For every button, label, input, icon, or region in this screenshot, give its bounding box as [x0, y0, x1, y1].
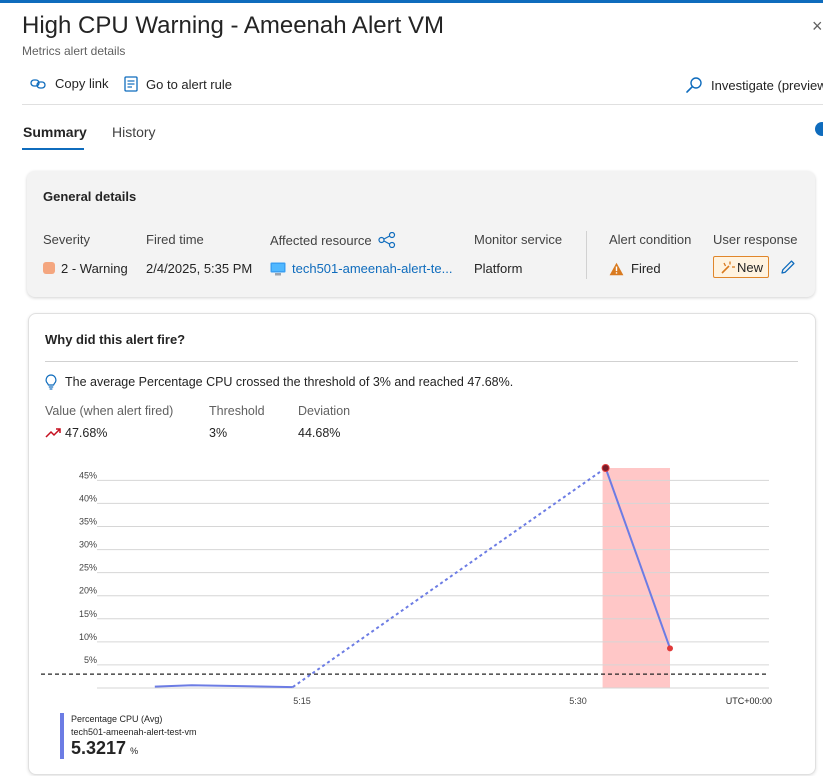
timezone-label: UTC+00:00 — [726, 696, 772, 706]
monitor-service-label: Monitor service — [474, 232, 563, 247]
edit-icon[interactable] — [780, 259, 796, 275]
close-icon[interactable]: × — [812, 16, 823, 37]
general-details-title: General details — [43, 189, 137, 204]
top-accent-line — [0, 0, 823, 3]
share-icon[interactable] — [378, 232, 396, 248]
copy-link-label: Copy link — [55, 76, 109, 91]
series-gap-line — [292, 467, 607, 688]
virtual-machine-icon — [270, 262, 286, 275]
severity-label: Severity — [43, 232, 90, 247]
y-tick-label: 20% — [79, 586, 97, 596]
link-icon — [30, 78, 46, 89]
why-alert-fired-card: Why did this alert fire? The average Per… — [28, 313, 816, 775]
status-dot — [815, 122, 823, 136]
new-sparkle-icon — [721, 261, 735, 274]
y-tick-label: 40% — [79, 493, 97, 503]
legend-resource-name: tech501-ameenah-alert-test-vm — [71, 727, 197, 737]
page-subtitle: Metrics alert details — [22, 44, 126, 58]
toolbar: Copy link Go to alert rule Investigate (… — [22, 72, 823, 105]
investigate-button[interactable]: Investigate (preview — [685, 76, 823, 94]
legend-series-name: Percentage CPU (Avg) — [71, 714, 163, 724]
legend-latest-number: 5.3217 — [71, 738, 127, 758]
page-title: High CPU Warning - Ameenah Alert VM — [22, 12, 444, 39]
y-tick-label: 25% — [79, 563, 97, 573]
general-details-card: General details Severity 2 - Warning Fir… — [27, 171, 815, 297]
user-response-badge[interactable]: New — [713, 256, 769, 278]
y-tick-label: 35% — [79, 517, 97, 527]
y-tick-label: 45% — [79, 470, 97, 480]
y-tick-label: 5% — [84, 655, 97, 665]
fired-time-value: 2/4/2025, 5:35 PM — [146, 261, 253, 276]
alert-window-highlight — [602, 468, 670, 688]
x-tick-label: 5:30 — [569, 696, 587, 706]
go-to-alert-rule-label: Go to alert rule — [146, 76, 232, 92]
affected-resource-header: Affected resource — [270, 232, 396, 248]
series-line-segment — [154, 684, 293, 689]
x-tick-label: 5:15 — [293, 696, 311, 706]
fired-time-label: Fired time — [146, 232, 204, 247]
affected-resource-label: Affected resource — [270, 232, 372, 248]
affected-resource-value: tech501-ameenah-alert-te... — [270, 261, 452, 276]
column-divider — [586, 231, 587, 279]
affected-resource-link[interactable]: tech501-ameenah-alert-te... — [292, 261, 452, 276]
peak-point — [601, 464, 610, 472]
warning-icon — [609, 262, 624, 275]
y-tick-label: 15% — [79, 609, 97, 619]
monitor-service-value: Platform — [474, 261, 523, 276]
y-tick-label: 10% — [79, 632, 97, 642]
user-response-text: New — [736, 259, 763, 275]
severity-icon — [43, 262, 55, 274]
rule-document-icon — [124, 76, 138, 92]
alert-condition-value: Fired — [609, 261, 661, 276]
legend-unit: % — [130, 746, 139, 756]
cpu-chart: 5% 10% 15% 20% 25% 30% 35% 40% 45% 5:15 5:30 UTC+00… — [41, 464, 772, 706]
y-tick-label: 30% — [79, 540, 97, 550]
tab-history[interactable]: History — [112, 124, 156, 140]
user-response-label: User response — [713, 232, 798, 247]
alert-condition-label: Alert condition — [609, 232, 692, 247]
copy-link-button[interactable]: Copy link — [30, 76, 108, 91]
alert-condition-text: Fired — [631, 261, 661, 276]
last-point — [667, 645, 673, 652]
legend-color-bar — [60, 713, 64, 759]
tab-summary[interactable]: Summary — [23, 124, 87, 140]
search-icon — [686, 77, 702, 93]
legend-latest-value: 5.3217% — [71, 738, 138, 759]
investigate-label: Investigate (preview — [711, 77, 823, 93]
severity-value: 2 - Warning — [43, 261, 128, 276]
go-to-alert-rule-button[interactable]: Go to alert rule — [124, 76, 232, 92]
active-tab-indicator — [22, 148, 84, 150]
severity-text: 2 - Warning — [61, 261, 128, 276]
